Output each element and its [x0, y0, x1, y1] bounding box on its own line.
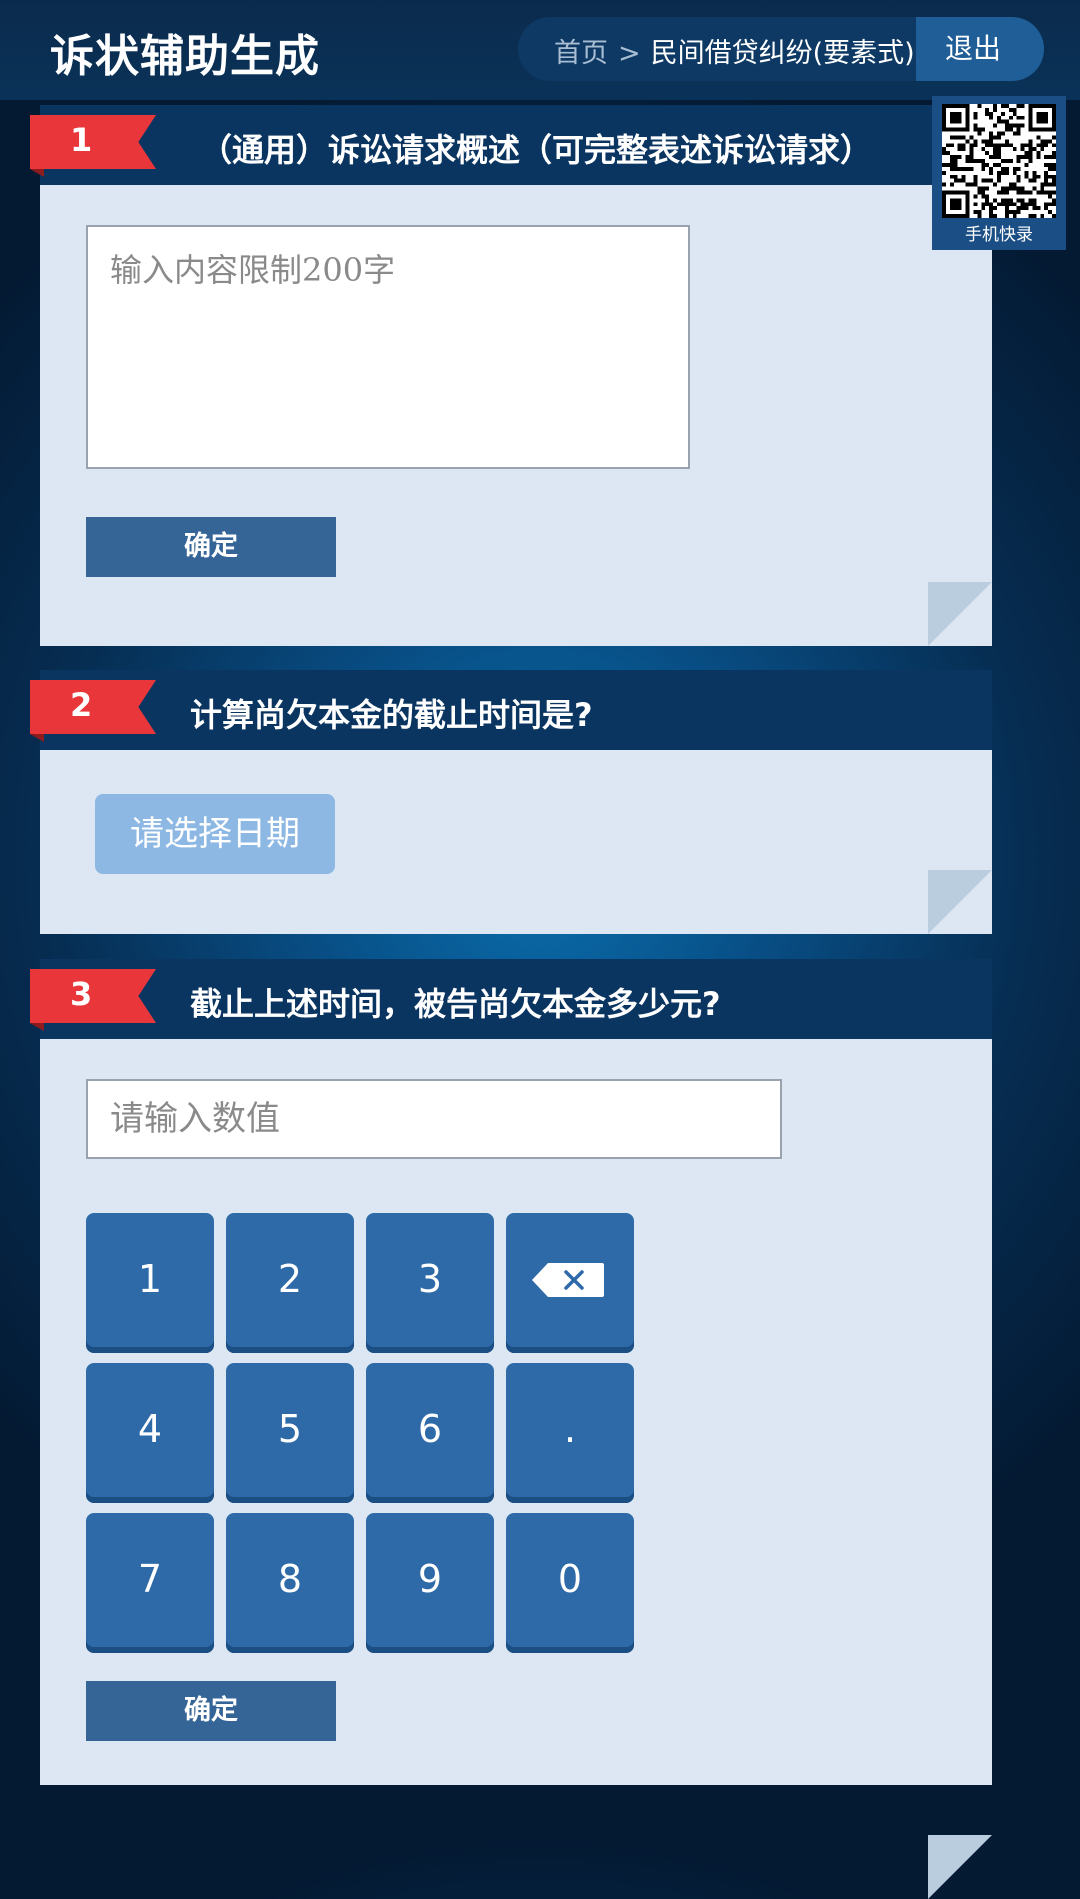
breadcrumb-current: 民间借贷纠纷(要素式) [650, 38, 915, 69]
logout-button[interactable]: 退出 [916, 17, 1044, 81]
page-corner [928, 1835, 992, 1899]
principal-amount-input[interactable] [86, 1079, 782, 1159]
key-7[interactable]: 7 [86, 1513, 214, 1653]
confirm-button[interactable]: 确定 [86, 517, 336, 577]
key-1[interactable]: 1 [86, 1213, 214, 1353]
section-number-badge: 2 [30, 680, 156, 734]
breadcrumb: 首页 > 民间借贷纠纷(要素式) [554, 31, 915, 70]
section-number-badge: 1 [30, 115, 156, 169]
confirm-button[interactable]: 确定 [86, 1681, 336, 1741]
backspace-icon [532, 1263, 604, 1297]
key-5[interactable]: 5 [226, 1363, 354, 1503]
key-decimal[interactable]: . [506, 1363, 634, 1503]
page-corner [928, 870, 992, 934]
key-3[interactable]: 3 [366, 1213, 494, 1353]
key-2[interactable]: 2 [226, 1213, 354, 1353]
qr-label: 手机快录 [965, 225, 1033, 245]
section-title: 截止上述时间，被告尚欠本金多少元? [190, 985, 721, 1023]
page-corner [928, 582, 992, 646]
section-body: 1 2 3 4 5 6 . 7 8 9 0 确定 [40, 1039, 992, 1899]
claim-summary-input[interactable] [86, 225, 690, 469]
section-body: 请选择日期 [40, 750, 992, 934]
section-title: 计算尚欠本金的截止时间是? [190, 696, 593, 734]
key-6[interactable]: 6 [366, 1363, 494, 1503]
key-0[interactable]: 0 [506, 1513, 634, 1653]
section-title: （通用）诉讼请求概述（可完整表述诉讼请求） [200, 131, 873, 169]
key-4[interactable]: 4 [86, 1363, 214, 1503]
top-bar: 诉状辅助生成 首页 > 民间借贷纠纷(要素式) 退出 [0, 0, 1080, 100]
section-body: 确定 [40, 185, 992, 646]
section-header: 3 截止上述时间，被告尚欠本金多少元? [30, 959, 992, 1039]
section-1: 1 （通用）诉讼请求概述（可完整表述诉讼请求） 确定 [30, 105, 992, 646]
key-backspace[interactable] [506, 1213, 634, 1353]
breadcrumb-home-link[interactable]: 首页 [554, 38, 608, 69]
badge-shadow [30, 734, 44, 742]
mobile-entry-qr[interactable]: 手机快录 [932, 96, 1066, 250]
section-3: 3 截止上述时间，被告尚欠本金多少元? 1 2 3 4 5 6 . 7 8 9 … [30, 959, 992, 1899]
date-picker-button[interactable]: 请选择日期 [95, 794, 335, 874]
section-number-badge: 3 [30, 969, 156, 1023]
qr-code-icon [942, 104, 1056, 218]
section-2: 2 计算尚欠本金的截止时间是? 请选择日期 [30, 670, 992, 934]
breadcrumb-separator: > [618, 38, 641, 69]
section-header: 2 计算尚欠本金的截止时间是? [30, 670, 992, 750]
app-title: 诉状辅助生成 [50, 31, 320, 82]
key-9[interactable]: 9 [366, 1513, 494, 1653]
section-header: 1 （通用）诉讼请求概述（可完整表述诉讼请求） [30, 105, 992, 185]
key-8[interactable]: 8 [226, 1513, 354, 1653]
